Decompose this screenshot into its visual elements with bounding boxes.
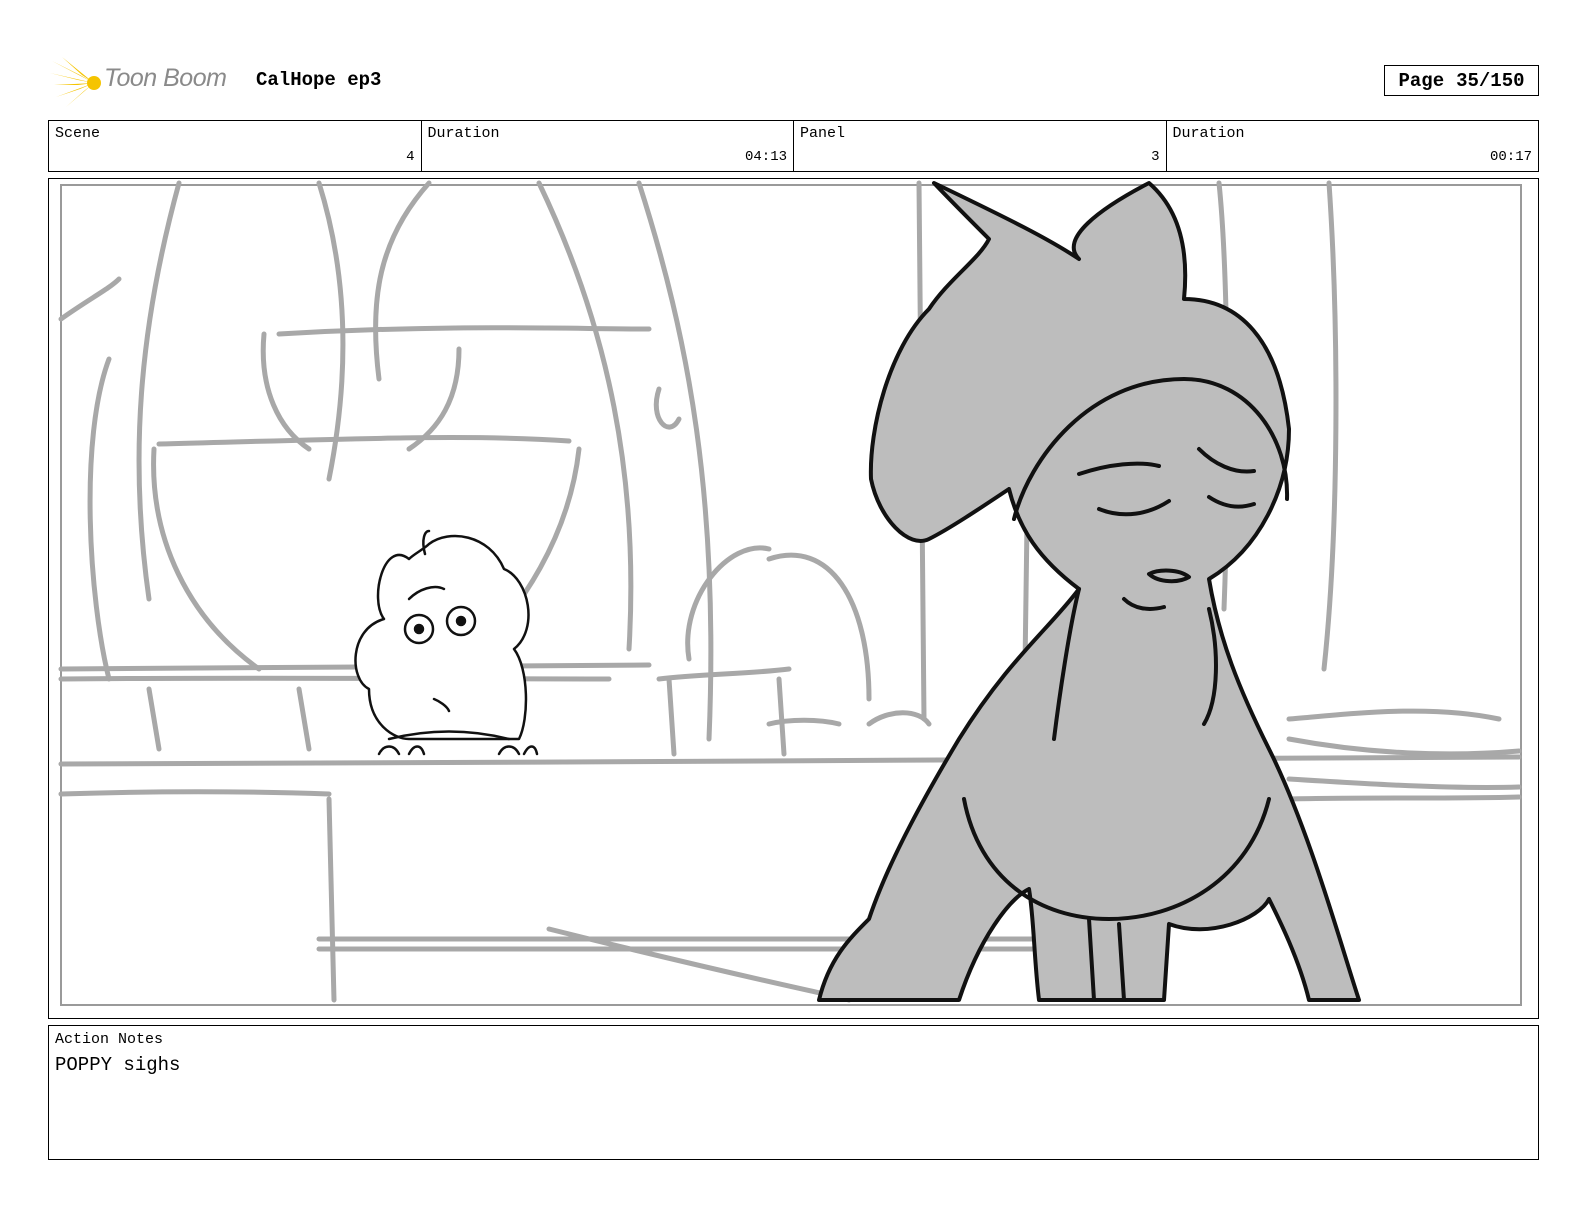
starburst-icon [50,57,101,107]
panel-sketch [58,180,1522,1006]
scene-cell: Scene 4 [49,121,422,171]
scene-label: Scene [55,125,101,142]
page-label: Page [1398,69,1445,92]
scene-duration-value: 04:13 [744,149,787,165]
panel-duration-label: Duration [1172,125,1245,142]
action-notes-text: POPPY sighs [55,1054,181,1076]
panel-duration-value: 00:17 [1489,149,1532,165]
project-title: CalHope ep3 [256,69,382,91]
action-notes-label: Action Notes [55,1031,164,1048]
page-value: 35/150 [1456,69,1525,92]
logo-text: Toon Boom [104,64,227,92]
small-character-sketch [354,529,539,756]
panel-cell: Panel 3 [794,121,1167,171]
scene-duration-cell: Duration 04:13 [422,121,794,171]
scene-value: 4 [406,149,415,165]
panel-value: 3 [1151,149,1160,165]
page-indicator: Page 35/150 [1384,65,1539,96]
scene-duration-label: Duration [427,125,500,142]
panel-label: Panel [800,125,846,142]
action-notes: Action Notes POPPY sighs [48,1025,1539,1160]
panel-duration-cell: Duration 00:17 [1167,121,1539,171]
scene-info-row: Scene 4 Duration 04:13 Panel 3 Duration … [48,120,1539,172]
large-character-sketch [817,181,1361,1002]
storyboard-panel [48,178,1539,1019]
